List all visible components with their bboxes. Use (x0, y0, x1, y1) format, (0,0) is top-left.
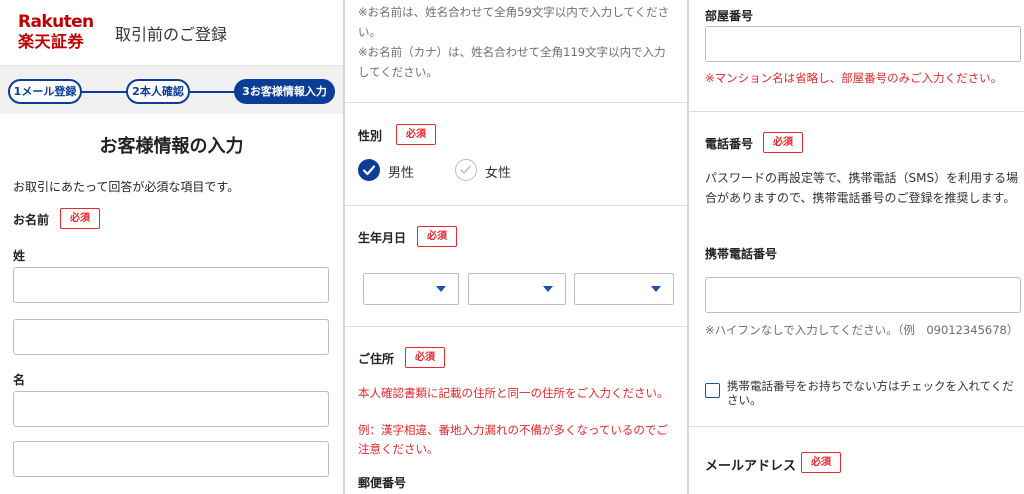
required-badge: 必須 (801, 452, 841, 473)
postal-code-label: 郵便番号 (358, 476, 407, 490)
mobile-number-input[interactable] (705, 277, 1021, 313)
radio-male[interactable] (358, 159, 380, 181)
step-email-registration: 1メール登録 (8, 79, 82, 104)
given-name-input[interactable] (13, 391, 329, 427)
address-warning: 本人確認書類に記載の住所と同一の住所をご入力ください。 (358, 386, 669, 400)
logo-japanese: 楽天証券 (18, 32, 85, 51)
phone-description: パスワードの再設定等で、携帯電話（SMS）を利用する場合がありますので、携帯電話… (705, 171, 1019, 205)
required-badge: 必須 (396, 124, 436, 145)
registration-panel-right: 部屋番号 ※マンション名は省略し、部屋番号のみご入力ください。 電話番号 必須 … (689, 0, 1024, 494)
radio-female[interactable] (455, 159, 477, 181)
check-icon (362, 165, 376, 176)
page-title: お客様情報の入力 (99, 136, 244, 157)
no-mobile-checkbox[interactable] (705, 383, 720, 398)
chevron-down-icon (436, 286, 446, 292)
mobile-number-label: 携帯電話番号 (705, 247, 778, 261)
required-badge: 必須 (405, 347, 445, 368)
room-number-note: ※マンション名は省略し、部屋番号のみご入力ください。 (705, 71, 1003, 85)
rakuten-logo: Rakuten 楽天証券 (18, 12, 94, 52)
required-badge: 必須 (60, 208, 100, 229)
section-divider (345, 102, 687, 103)
name-kana-length-note: ※お名前（カナ）は、姓名合わせて全角119文字以内で入力してください。 (358, 45, 666, 79)
no-mobile-checkbox-label[interactable]: 携帯電話番号をお持ちでない方はチェックを入れてください。 (727, 379, 1017, 407)
section-divider (689, 426, 1024, 427)
address-example-warning: 例：漢字相違、番地入力漏れの不備が多くなっているのでご注意ください。 (358, 423, 668, 456)
header-title: 取引前のご登録 (115, 25, 228, 44)
section-divider (345, 326, 687, 327)
mobile-number-note: ※ハイフンなしで入力してください。（例 09012345678） (705, 323, 1019, 337)
name-length-note: ※お名前は、姓名合わせて全角59文字以内で入力してください。 (358, 5, 670, 39)
given-name-kana-input[interactable] (13, 441, 329, 477)
app-header: Rakuten 楽天証券 取引前のご登録 (0, 0, 343, 66)
birth-year-select[interactable] (363, 273, 459, 305)
step-connector (190, 91, 234, 93)
step-connector (82, 91, 126, 93)
name-label: お名前 (13, 213, 50, 227)
progress-steps: 1メール登録 2本人確認 3お客様情報入力 (0, 66, 343, 114)
required-badge: 必須 (763, 132, 803, 153)
logo-wordmark: Rakuten (18, 12, 94, 32)
birth-month-select[interactable] (468, 273, 566, 305)
birthdate-label: 生年月日 (358, 231, 407, 245)
surname-kana-input[interactable] (13, 319, 329, 355)
surname-label: 姓 (13, 249, 26, 263)
page-description: お取引にあたって回答が必須な項目です。 (13, 180, 240, 194)
room-number-label: 部屋番号 (705, 9, 754, 23)
section-divider (345, 205, 687, 206)
gender-label: 性別 (358, 129, 383, 143)
chevron-down-icon (543, 286, 553, 292)
registration-panel-left: Rakuten 楽天証券 取引前のご登録 1メール登録 2本人確認 3お客様情報… (0, 0, 343, 494)
registration-panel-middle: ※お名前は、姓名合わせて全角59文字以内で入力してください。 ※お名前（カナ）は… (345, 0, 687, 494)
step-identity-verification: 2本人確認 (126, 79, 190, 104)
address-label: ご住所 (358, 352, 395, 366)
radio-female-label: 女性 (485, 166, 512, 181)
phone-label: 電話番号 (705, 137, 754, 151)
room-number-input[interactable] (705, 26, 1021, 62)
birth-day-select[interactable] (574, 273, 674, 305)
step-customer-info: 3お客様情報入力 (234, 79, 335, 104)
chevron-down-icon (651, 286, 661, 292)
radio-male-label: 男性 (388, 166, 415, 181)
surname-input[interactable] (13, 267, 329, 303)
required-badge: 必須 (417, 226, 457, 247)
check-icon (460, 165, 471, 174)
email-label: メールアドレス (705, 459, 797, 474)
section-divider (689, 111, 1024, 112)
given-name-label: 名 (13, 373, 26, 387)
